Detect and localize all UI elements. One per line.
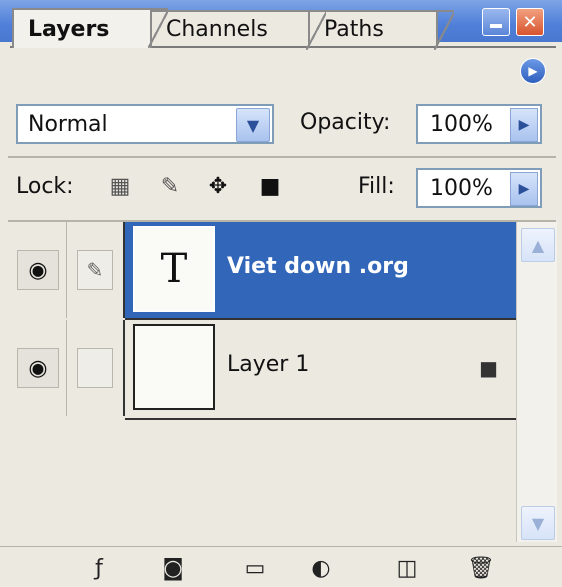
tab-strip bbox=[0, 42, 562, 90]
layer-name: Layer 1 bbox=[227, 352, 310, 377]
lock-image-pixels-icon[interactable]: ✎ bbox=[156, 172, 184, 200]
blend-mode-select[interactable]: Normal ▼ bbox=[16, 104, 274, 144]
close-button[interactable]: ✕ bbox=[516, 8, 544, 36]
chevron-down-icon[interactable]: ▼ bbox=[236, 108, 270, 142]
layer-row[interactable]: ◉ ✎ T Viet down .org bbox=[6, 222, 516, 318]
layers-list: ◉ ✎ T Viet down .org ◉ Layer 1 ■ bbox=[6, 222, 516, 542]
new-group-icon[interactable]: ▭ bbox=[240, 554, 270, 582]
layers-scrollbar[interactable]: ▲ ▼ bbox=[516, 222, 557, 542]
add-mask-icon[interactable]: ◙ bbox=[158, 554, 188, 582]
opacity-value: 100% bbox=[430, 111, 493, 137]
lock-all-icon[interactable]: ■ bbox=[256, 172, 284, 200]
brush-icon: ✎ bbox=[77, 250, 113, 290]
fill-value: 100% bbox=[430, 175, 493, 201]
eye-icon: ◉ bbox=[17, 250, 59, 290]
opacity-label: Opacity: bbox=[300, 110, 391, 135]
tab-edge bbox=[434, 10, 454, 50]
lock-icon: ■ bbox=[479, 356, 498, 380]
link-empty-box bbox=[77, 348, 113, 388]
panel-menu-button[interactable]: ▶ bbox=[520, 58, 546, 84]
minimize-icon bbox=[490, 24, 502, 28]
tab-channels-label: Channels bbox=[166, 16, 268, 42]
layer-row[interactable]: ◉ Layer 1 ■ bbox=[6, 320, 516, 416]
visibility-toggle[interactable]: ◉ bbox=[10, 222, 67, 318]
fill-field[interactable]: 100% ▶ bbox=[416, 168, 542, 208]
visibility-toggle[interactable]: ◉ bbox=[10, 320, 67, 416]
eye-icon: ◉ bbox=[17, 348, 59, 388]
layer-name: Viet down .org bbox=[227, 254, 409, 279]
layer-content[interactable]: Layer 1 ■ bbox=[125, 320, 516, 416]
adjustment-layer-icon[interactable]: ◐ bbox=[306, 554, 336, 582]
tab-edge bbox=[148, 8, 168, 48]
divider bbox=[8, 156, 556, 158]
tab-layers[interactable]: Layers bbox=[12, 8, 168, 48]
fill-slider-arrow-icon[interactable]: ▶ bbox=[510, 172, 538, 206]
layer-thumbnail: T bbox=[133, 226, 215, 312]
layer-link-cell[interactable] bbox=[67, 320, 125, 416]
scroll-up-icon[interactable]: ▲ bbox=[521, 228, 555, 262]
layer-style-icon[interactable]: ƒ bbox=[84, 554, 114, 582]
fill-label: Fill: bbox=[358, 174, 395, 199]
tab-edge bbox=[306, 10, 326, 50]
scroll-down-icon[interactable]: ▼ bbox=[521, 506, 555, 540]
opacity-slider-arrow-icon[interactable]: ▶ bbox=[510, 108, 538, 142]
layer-content[interactable]: T Viet down .org bbox=[125, 222, 516, 318]
trash-icon[interactable]: 🗑 bbox=[466, 554, 496, 582]
close-icon: ✕ bbox=[522, 11, 538, 33]
layer-thumbnail bbox=[133, 324, 215, 410]
lock-transparent-pixels-icon[interactable]: ▦ bbox=[106, 172, 134, 200]
tab-channels[interactable]: Channels bbox=[150, 10, 326, 50]
blend-mode-value: Normal bbox=[28, 111, 108, 137]
play-icon: ▶ bbox=[528, 64, 538, 78]
layer-link-cell[interactable]: ✎ bbox=[67, 222, 125, 318]
new-layer-icon[interactable]: ◫ bbox=[392, 554, 422, 582]
tab-layers-label: Layers bbox=[28, 16, 110, 42]
minimize-button[interactable] bbox=[482, 8, 510, 36]
tab-paths[interactable]: Paths bbox=[308, 10, 454, 50]
tab-paths-label: Paths bbox=[324, 16, 384, 42]
lock-label: Lock: bbox=[16, 174, 74, 199]
opacity-field[interactable]: 100% ▶ bbox=[416, 104, 542, 144]
divider bbox=[125, 418, 516, 420]
lock-position-icon[interactable]: ✥ bbox=[204, 172, 232, 200]
